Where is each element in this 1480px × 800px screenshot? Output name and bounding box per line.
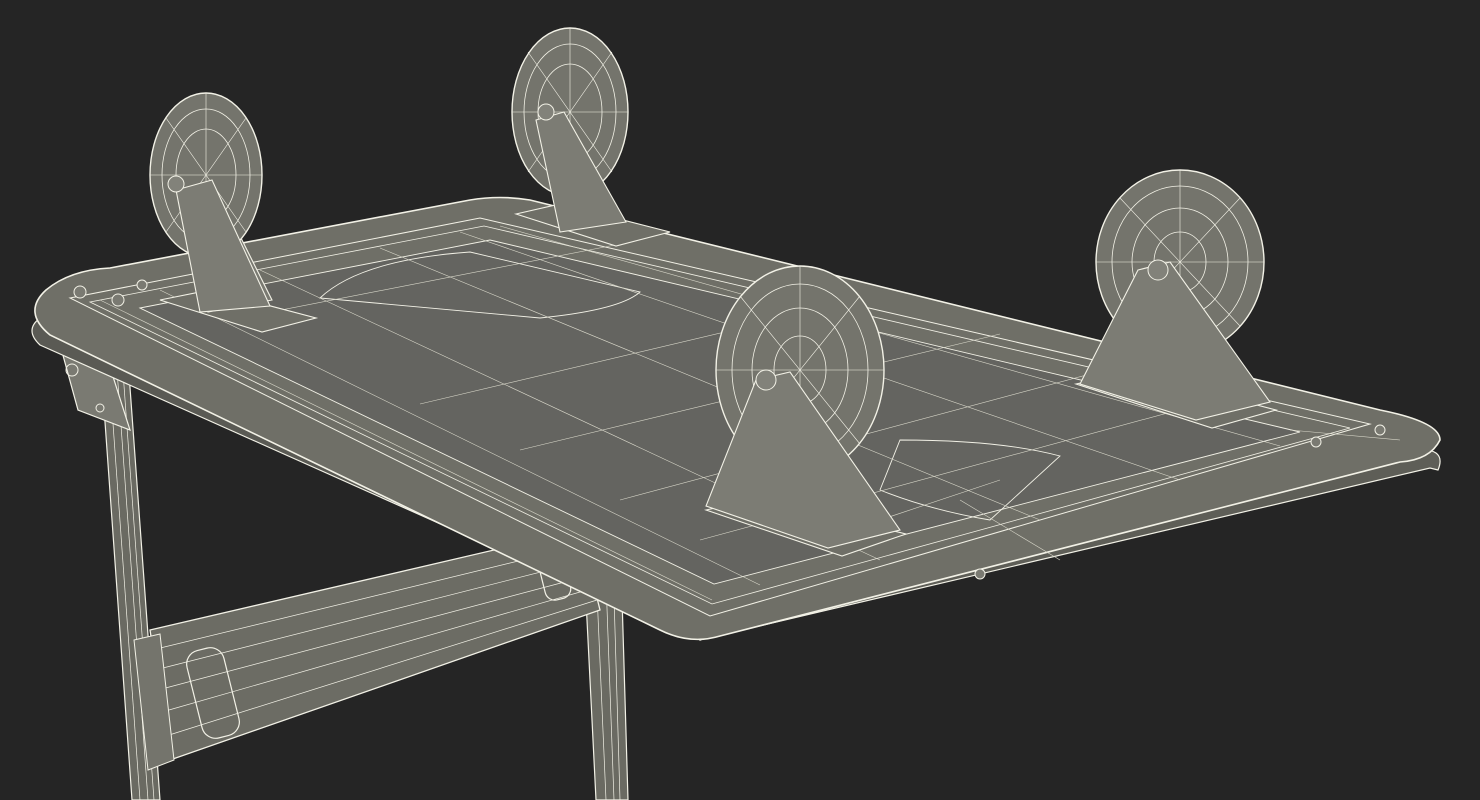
render-viewport — [0, 0, 1480, 800]
wireframe-render — [0, 0, 1480, 800]
